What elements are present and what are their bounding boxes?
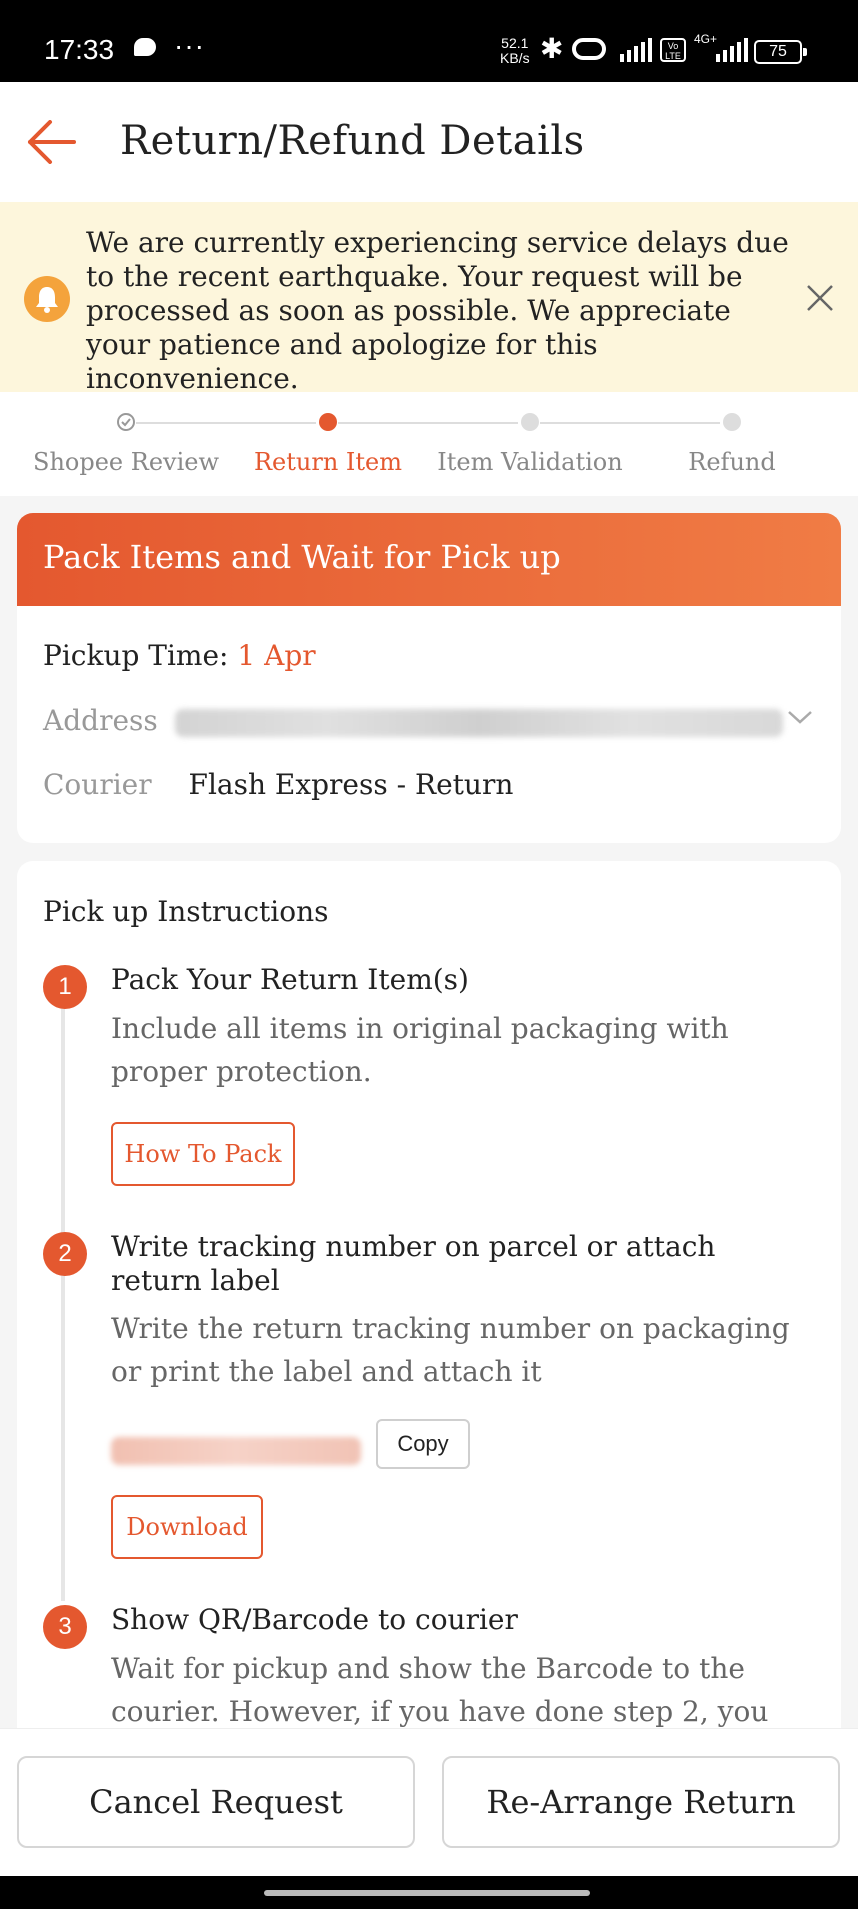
address-value-redacted [175,709,783,737]
tracking-number-redacted [111,1437,361,1465]
re-arrange-return-button[interactable]: Re-Arrange Return [442,1756,840,1848]
step-description: Include all items in original packaging … [111,1012,729,1088]
close-icon[interactable] [804,282,836,314]
step-number-badge: 1 [43,965,87,1009]
steps-timeline-line [61,981,65,1601]
network-type: 4G+ [694,32,718,46]
download-label-button[interactable]: Download [111,1495,263,1559]
signal-icon-2 [716,38,748,62]
bottom-action-bar: Cancel Request Re-Arrange Return [0,1728,858,1876]
step-pending-dot [521,413,539,431]
step-number-badge: 2 [43,1232,87,1276]
bluetooth-icon: ✱ [540,32,564,65]
pickup-time-label: Pickup Time: [43,639,229,672]
signal-icon [620,38,652,62]
step-active-dot [319,413,337,431]
address-row: Address [43,704,158,737]
stepper-connector [540,422,720,424]
step-title: Show QR/Barcode to courier [111,1603,518,1636]
instructions-heading: Pick up Instructions [43,895,329,928]
step-label-shopee-review: Shopee Review [33,448,219,476]
courier-row: Courier Flash Express - Return [43,768,513,801]
more-notifications-icon: ··· [174,30,205,61]
notice-text: We are currently experiencing service de… [86,226,789,395]
step-label-item-validation: Item Validation [437,448,623,476]
step-pending-dot [723,413,741,431]
courier-value: Flash Express - Return [188,768,514,801]
step-title: Pack Your Return Item(s) [111,963,469,996]
network-speed-unit: KB/s [500,50,530,66]
pickup-time-value: 1 Apr [237,639,316,672]
address-label: Address [43,704,158,737]
back-arrow-icon[interactable] [26,120,78,164]
stepper-connector [338,422,518,424]
pickup-instructions-card: Pick up Instructions 1 Pack Your Return … [17,861,841,1761]
pickup-time-row: Pickup Time: 1 Apr [43,639,316,672]
cancel-request-button[interactable]: Cancel Request [17,1756,415,1848]
step-number-badge: 3 [43,1605,87,1649]
return-progress-stepper: Shopee Review Return Item Item Validatio… [0,392,858,496]
step-description: Write the return tracking number on pack… [111,1312,790,1388]
step-label-return-item: Return Item [253,448,403,476]
app-header: Return/Refund Details [0,82,858,202]
courier-label: Courier [43,768,152,801]
bell-icon [24,276,70,322]
how-to-pack-button[interactable]: How To Pack [111,1122,295,1186]
battery-icon: 75 [754,40,807,64]
page-title: Return/Refund Details [120,118,585,164]
system-nav-bar [0,1876,858,1909]
network-speed: 52.1 KB/s [500,36,530,66]
status-time: 17:33 [44,34,115,65]
home-gesture-handle[interactable] [264,1890,590,1896]
status-bar: 17:33 ··· 52.1 KB/s ✱ Vo LTE 4G+ 75 [0,0,858,82]
step-label-refund: Refund [688,448,776,476]
step-title: Write tracking number on parcel or attac… [111,1230,716,1297]
network-speed-value: 52.1 [501,35,529,51]
pickup-status-banner: Pack Items and Wait for Pick up [17,513,841,606]
chat-bubble-icon [134,38,156,56]
volte-icon: Vo LTE [660,38,686,62]
pickup-details-card: Pack Items and Wait for Pick up Pickup T… [17,513,841,843]
hotspot-link-icon [572,38,606,60]
stepper-connector [136,422,316,424]
chevron-down-icon[interactable] [787,709,813,725]
copy-tracking-button[interactable]: Copy [376,1419,470,1469]
service-delay-notice: We are currently experiencing service de… [0,202,858,395]
step-done-check-icon [117,413,135,431]
